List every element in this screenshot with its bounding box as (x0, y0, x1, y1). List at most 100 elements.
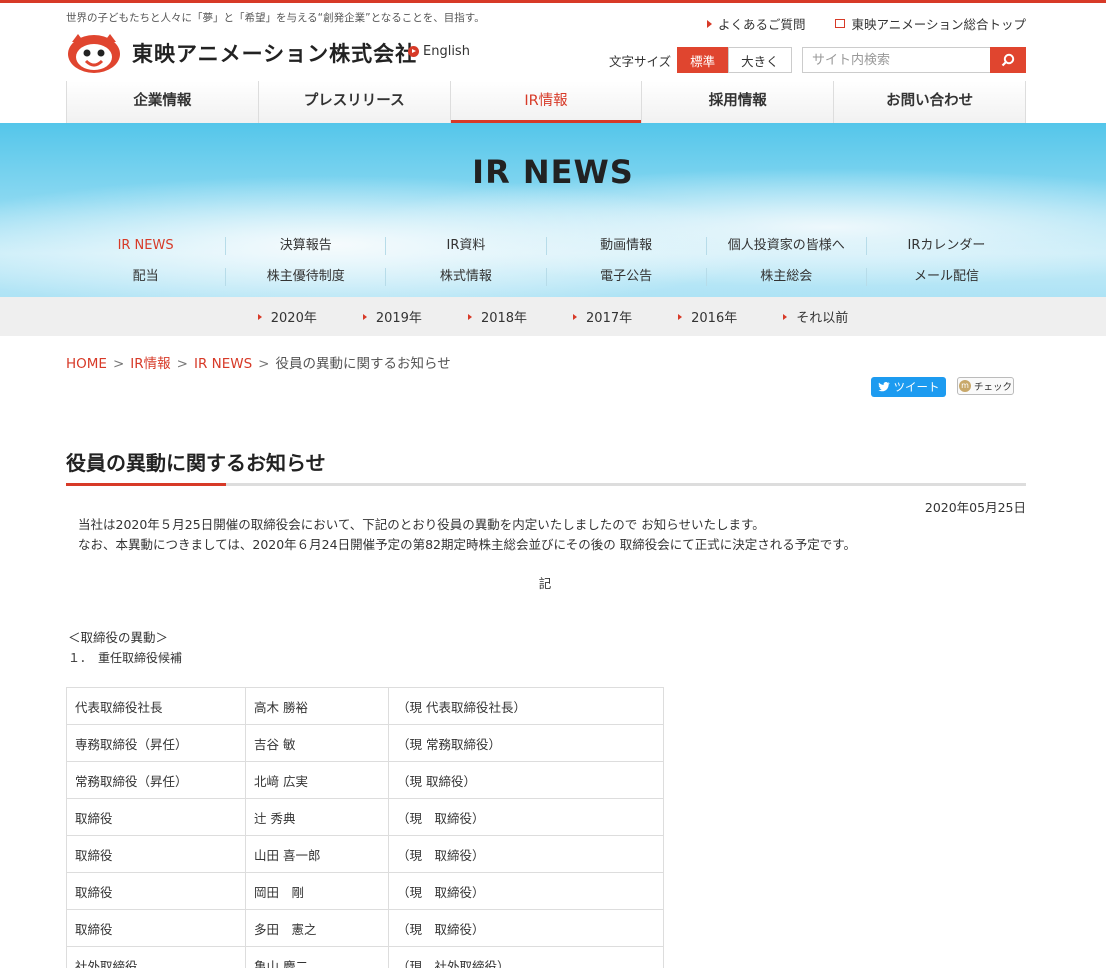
tweet-button[interactable]: ツイート (871, 377, 946, 397)
subnav-benefits[interactable]: 株主優待制度 (225, 268, 385, 286)
corporate-top-link[interactable]: 東映アニメーション総合トップ (835, 14, 1026, 33)
tweet-label: ツイート (893, 380, 940, 394)
year-earlier[interactable]: それ以前 (783, 307, 848, 326)
year-label: 2018年 (480, 311, 528, 326)
english-link[interactable]: English (408, 44, 470, 59)
subnav-public-notice[interactable]: 電子公告 (545, 268, 706, 286)
subnav-shareholders-meeting[interactable]: 株主総会 (705, 268, 866, 286)
font-large-button[interactable]: 大きく (728, 47, 792, 73)
table-row: 社外取締役 亀山 慶二 （現 社外取締役） (66, 946, 664, 968)
table-cell: 亀山 慶二 (245, 946, 389, 968)
mixi-check-label: チェック (973, 382, 1012, 393)
subnav-ir-calendar[interactable]: IRカレンダー (865, 237, 1026, 255)
table-cell: （現 取締役） (388, 798, 664, 836)
pero-cat-logo-icon (66, 32, 122, 74)
subnav-mail[interactable]: メール配信 (865, 268, 1026, 286)
gnav-recruit[interactable]: 採用情報 (641, 81, 833, 123)
table-row: 専務取締役（昇任） 吉谷 敏 （現 常務取締役） (66, 724, 664, 762)
table-row: 取締役 辻 秀典 （現 取締役） (66, 798, 664, 836)
year-label: 2017年 (586, 311, 633, 326)
company-logo[interactable]: 東映アニメーション株式会社 (66, 32, 417, 74)
subnav-results[interactable]: 決算報告 (225, 237, 385, 255)
table-cell: 代表取締役社長 (66, 687, 246, 725)
ir-subnav-row1: IR NEWS 決算報告 IR資料 動画情報 個人投資家の皆様へ IRカレンダー (66, 237, 1026, 255)
faq-label: よくあるご質問 (717, 17, 806, 32)
article-paragraph: 当社は2020年５月25日開催の取締役会において、下記のとおり役員の異動を内定い… (78, 517, 765, 532)
ir-subnav-row2: 配当 株主優待制度 株式情報 電子公告 株主総会 メール配信 (66, 268, 1026, 286)
subnav-dividend[interactable]: 配当 (66, 268, 225, 286)
table-cell: （現 代表取締役社長） (388, 687, 664, 725)
breadcrumb-current: 役員の異動に関するお知らせ (275, 356, 451, 372)
top-links: よくあるご質問 東映アニメーション総合トップ (677, 14, 1026, 33)
year-2019[interactable]: 2019年 (362, 307, 422, 326)
arrow-right-icon (573, 313, 578, 320)
table-cell: （現 社外取締役） (388, 946, 664, 968)
year-2016[interactable]: 2016年 (678, 307, 737, 326)
table-cell: （現 取締役） (388, 835, 664, 873)
company-name: 東映アニメーション株式会社 (132, 42, 418, 66)
table-row: 常務取締役（昇任） 北﨑 広実 （現 取締役） (66, 761, 664, 799)
search-input[interactable] (802, 47, 990, 73)
site-search (802, 47, 1026, 73)
arrow-right-icon (678, 313, 683, 320)
gnav-press[interactable]: プレスリリース (257, 81, 450, 123)
font-standard-button[interactable]: 標準 (677, 47, 729, 73)
table-cell: （現 取締役） (388, 761, 664, 799)
subnav-ir-materials[interactable]: IR資料 (385, 237, 545, 255)
english-label: English (423, 44, 470, 59)
table-cell: 取締役 (66, 872, 246, 910)
gnav-company[interactable]: 企業情報 (66, 81, 258, 123)
subnav-stock-info[interactable]: 株式情報 (385, 268, 545, 286)
year-label: 2016年 (691, 311, 738, 326)
breadcrumb-separator: > (258, 356, 270, 372)
breadcrumb-separator: > (176, 356, 188, 372)
global-nav: 企業情報 プレスリリース IR情報 採用情報 お問い合わせ (66, 81, 1026, 123)
table-cell: 辻 秀典 (245, 798, 389, 836)
mixi-check-button[interactable]: m チェック (957, 377, 1014, 395)
table-cell: （現 常務取締役） (388, 724, 664, 762)
table-cell: 専務取締役（昇任） (66, 724, 246, 762)
corporate-top-label: 東映アニメーション総合トップ (851, 17, 1026, 32)
table-cell: 取締役 (66, 909, 246, 947)
table-row: 代表取締役社長 高木 勝裕 （現 代表取締役社長） (66, 687, 664, 725)
year-2020[interactable]: 2020年 (257, 307, 317, 326)
breadcrumb-separator: > (112, 356, 125, 372)
top-accent-line (0, 0, 1106, 3)
publish-date: 2020年05月25日 (924, 500, 1026, 515)
gnav-ir[interactable]: IR情報 (449, 81, 642, 123)
tagline: 世界の子どもたちと人々に「夢」と「希望」を与える“創発企業”となることを、目指す… (66, 12, 485, 24)
year-2017[interactable]: 2017年 (573, 307, 632, 326)
breadcrumb-home[interactable]: HOME (66, 356, 107, 372)
arrow-right-icon (706, 19, 712, 28)
breadcrumb-ir-news[interactable]: IR NEWS (194, 356, 252, 372)
year-label: 2019年 (375, 311, 422, 326)
table-cell: 吉谷 敏 (245, 724, 389, 762)
gnav-contact[interactable]: お問い合わせ (833, 81, 1026, 123)
faq-link[interactable]: よくあるご質問 (706, 14, 806, 33)
ir-banner: IR NEWS IR NEWS 決算報告 IR資料 動画情報 個人投資家の皆様へ… (0, 123, 1106, 297)
arrow-right-icon (467, 313, 472, 320)
article-paragraph: なお、本異動につきましては、2020年６月24日開催予定の第82期定時株主総会並… (78, 537, 856, 552)
subsection-heading: １． 重任取締役候補 (68, 651, 183, 665)
font-size-label: 文字サイズ (609, 53, 672, 69)
table-cell: 取締役 (66, 798, 246, 836)
breadcrumb-ir[interactable]: IR情報 (130, 356, 170, 372)
year-2018[interactable]: 2018年 (467, 307, 528, 326)
table-row: 取締役 岡田 剛 （現 取締役） (66, 872, 664, 910)
subnav-individual-investors[interactable]: 個人投資家の皆様へ (705, 237, 866, 255)
search-button[interactable] (990, 47, 1026, 73)
arrow-right-icon (257, 313, 262, 320)
table-cell: 多田 憲之 (245, 909, 389, 947)
page-title: 役員の異動に関するお知らせ (66, 451, 326, 475)
table-cell: 常務取締役（昇任） (66, 761, 246, 799)
table-cell: 山田 喜一郎 (245, 835, 389, 873)
directors-table: 代表取締役社長 高木 勝裕 （現 代表取締役社長） 専務取締役（昇任） 吉谷 敏… (66, 687, 664, 968)
external-window-icon (835, 19, 846, 28)
year-label: 2020年 (270, 311, 317, 326)
table-cell: 社外取締役 (66, 946, 246, 968)
table-cell: 北﨑 広実 (245, 761, 389, 799)
banner-title: IR NEWS (472, 153, 634, 191)
mixi-icon: m (958, 380, 971, 392)
subnav-ir-news[interactable]: IR NEWS (66, 237, 225, 255)
subnav-videos[interactable]: 動画情報 (545, 237, 706, 255)
